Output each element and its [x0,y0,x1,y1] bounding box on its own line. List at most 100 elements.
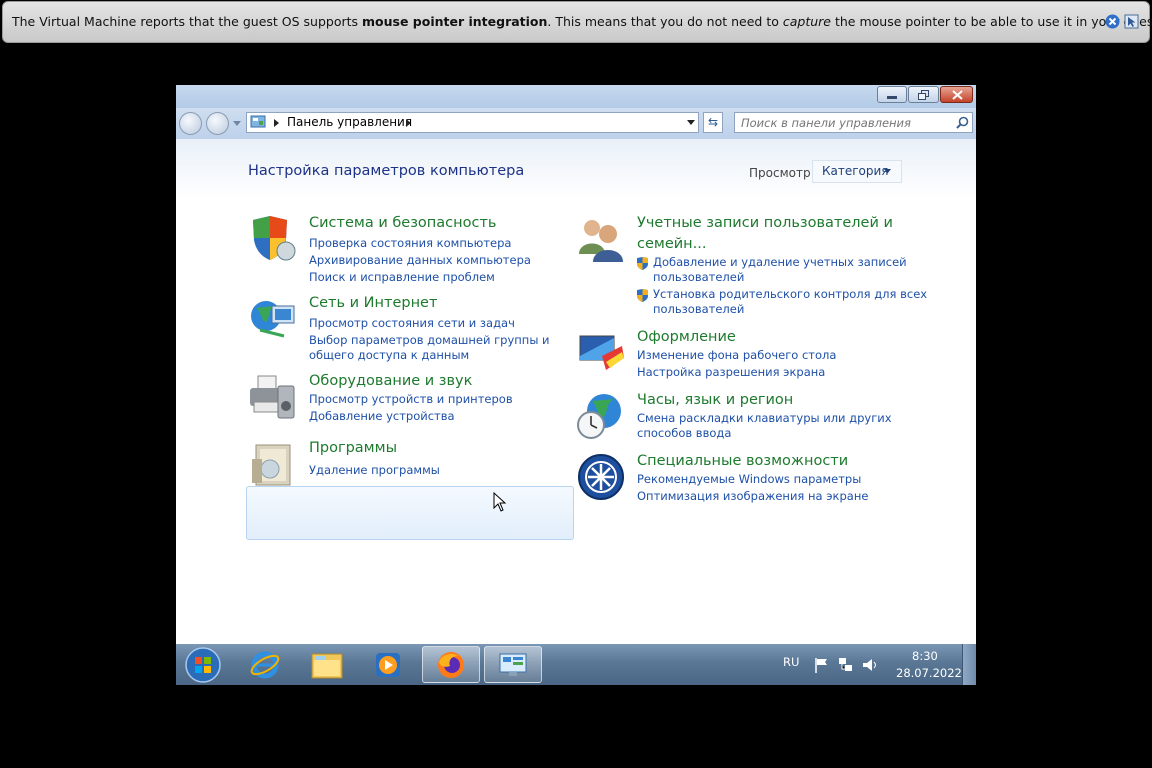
folder-icon [311,653,343,679]
windows-logo-icon [185,647,221,683]
category-title[interactable]: Система и безопасность [309,214,496,232]
taskbar-control-panel[interactable] [484,646,542,683]
guest-screen: Панель управления ⇆ Настройка параметров… [176,85,976,685]
control-panel-content: Настройка параметров компьютера Просмотр… [176,139,976,644]
view-by-value: Категория [822,164,889,178]
breadcrumb-arrow-icon[interactable] [274,119,279,127]
link[interactable]: пользователей [653,302,744,317]
taskbar-internet-explorer[interactable] [237,646,293,683]
category-network-internet[interactable]: Сеть и Интернет Просмотр состояния сети … [248,294,550,364]
recent-pages-dropdown-icon[interactable] [233,121,241,127]
taskbar-media-player[interactable] [360,646,416,683]
chevron-down-icon [884,169,891,174]
shield-icon [253,216,296,261]
category-title[interactable]: Оборудование и звук [309,372,472,390]
category-ease-of-access[interactable]: Специальные возможности Рекомендуемые Wi… [576,452,906,507]
action-center-flag-icon[interactable] [814,657,829,673]
category-clock-language-region[interactable]: Часы, язык и регион Смена раскладки клав… [576,391,906,451]
window-titlebar [176,85,976,108]
uac-shield-icon [637,289,648,302]
taskbar: RU 8:30 28.07.2022 [176,644,976,685]
restore-icon [918,90,929,100]
link[interactable]: Рекомендуемые Windows параметры [637,472,861,487]
link[interactable]: Смена раскладки клавиатуры или других [637,411,892,426]
category-title[interactable]: Часы, язык и регион [637,391,793,409]
appearance-icon [579,335,624,370]
link[interactable]: Просмотр устройств и принтеров [309,392,513,407]
navigation-bar: Панель управления ⇆ [176,108,976,139]
category-title[interactable]: Сеть и Интернет [309,294,437,312]
link[interactable]: Настройка разрешения экрана [637,365,825,380]
category-hardware-sound[interactable]: Оборудование и звук Просмотр устройств и… [248,372,548,432]
control-panel-icon [250,115,266,128]
link[interactable]: Добавление и удаление учетных записей [653,255,907,270]
close-icon [952,90,963,100]
link[interactable]: Удаление программы [309,463,440,478]
clock-time[interactable]: 8:30 [912,649,938,663]
uac-shield-icon [637,257,648,270]
printer-icon [250,375,295,419]
link[interactable]: общего доступа к данным [309,348,469,363]
language-indicator[interactable]: RU [783,655,799,669]
category-appearance[interactable]: Оформление Изменение фона рабочего стола… [576,328,906,383]
category-user-accounts[interactable]: Учетные записи пользователей и семейн...… [576,214,927,319]
minimize-button[interactable] [877,86,907,103]
category-programs[interactable]: Программы Удаление программы [248,439,548,489]
forward-button[interactable] [206,112,229,135]
ease-of-access-icon [578,454,624,500]
link[interactable]: Поиск и исправление проблем [309,270,495,285]
link[interactable]: способов ввода [637,426,731,441]
vm-notification-bar: The Virtual Machine reports that the gue… [2,1,1152,43]
taskbar-explorer[interactable] [299,646,355,683]
link[interactable]: Архивирование данных компьютера [309,253,531,268]
link[interactable]: Установка родительского контроля для все… [653,287,927,302]
network-globe-icon [251,301,295,338]
category-title[interactable]: Программы [309,439,397,457]
link[interactable]: Проверка состояния компьютера [309,236,511,251]
taskbar-firefox[interactable] [422,646,480,683]
globe-clock-icon [577,394,621,439]
link[interactable]: пользователей [653,270,744,285]
volume-icon[interactable] [862,657,878,673]
link[interactable]: Просмотр состояния сети и задач [309,316,515,331]
refresh-icon: ⇆ [707,115,719,129]
breadcrumb-arrow-icon[interactable] [406,119,411,127]
mouse-integration-icon[interactable] [1124,14,1139,29]
address-dropdown-icon[interactable] [687,120,695,125]
category-title[interactable]: Учетные записи пользователей и [637,214,893,232]
internet-explorer-icon [250,651,280,679]
category-system-security[interactable]: Система и безопасность Проверка состояни… [248,214,548,284]
page-title: Настройка параметров компьютера [248,163,525,179]
view-label: Просмотр: [749,166,815,180]
programs-box-icon [252,444,291,486]
search-input[interactable] [741,114,941,131]
link[interactable]: Выбор параметров домашней группы и [309,333,550,348]
refresh-button[interactable]: ⇆ [703,112,723,133]
network-icon[interactable] [838,657,854,673]
search-box[interactable] [734,112,973,133]
back-button[interactable] [179,112,202,135]
programs-hover-highlight [246,486,574,540]
link[interactable]: Изменение фона рабочего стола [637,348,836,363]
address-bar[interactable]: Панель управления [246,112,699,133]
breadcrumb-control-panel[interactable]: Панель управления [287,115,412,129]
users-icon [579,220,623,262]
mouse-cursor-icon [493,492,507,512]
start-button[interactable] [180,646,226,683]
clock-date[interactable]: 28.07.2022 [896,666,962,680]
category-title-continued[interactable]: семейн... [637,235,706,253]
control-panel-icon [499,653,527,676]
search-icon[interactable] [956,116,969,129]
view-by-dropdown[interactable]: Категория [812,160,902,183]
close-notification-icon[interactable] [1105,14,1120,29]
category-title[interactable]: Специальные возможности [637,452,848,470]
close-window-button[interactable] [940,86,973,103]
media-player-icon [376,653,400,677]
link[interactable]: Оптимизация изображения на экране [637,489,868,504]
vm-notification-text: The Virtual Machine reports that the gue… [12,14,1152,29]
link[interactable]: Добавление устройства [309,409,455,424]
show-desktop-button[interactable] [962,644,976,685]
restore-button[interactable] [908,86,939,103]
firefox-icon [438,652,464,678]
category-title[interactable]: Оформление [637,328,736,346]
